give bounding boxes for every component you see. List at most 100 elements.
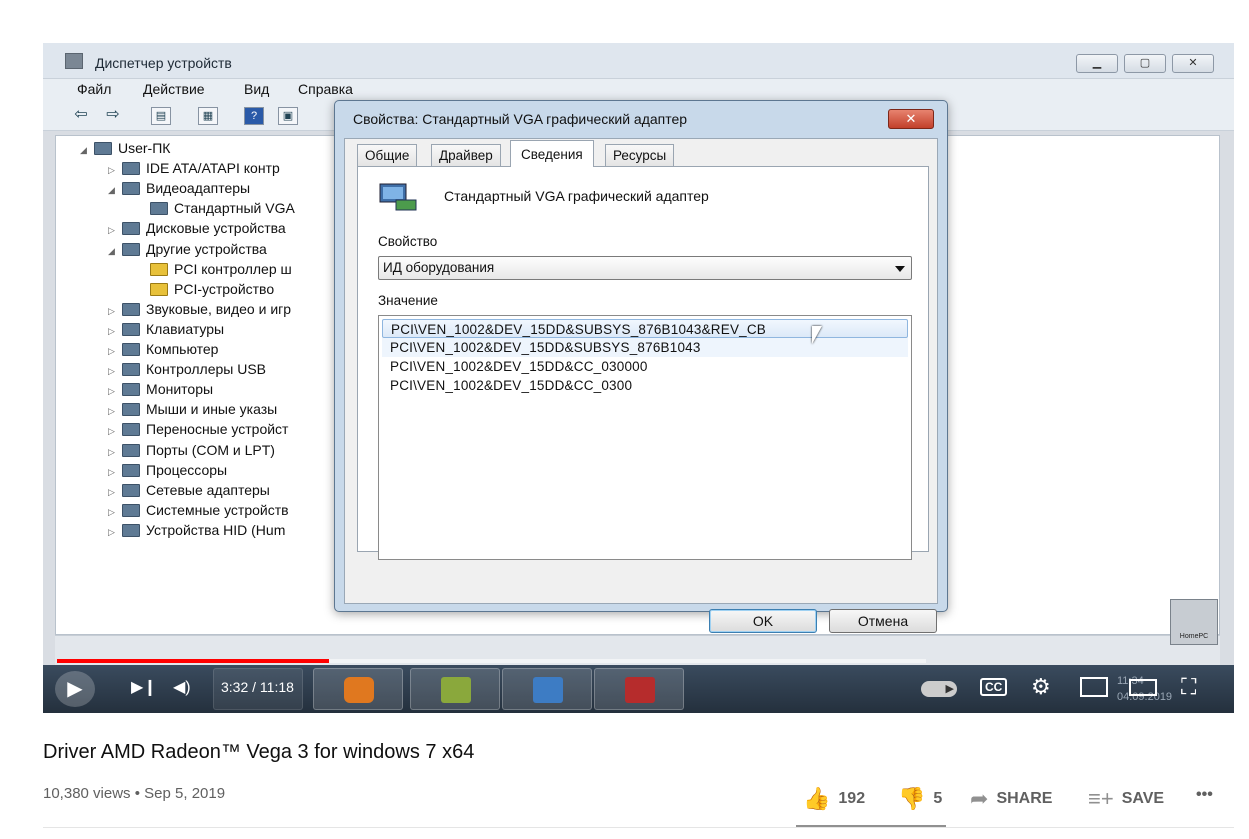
tree-node[interactable]: ▷ Звуковые, видео и игр bbox=[108, 300, 291, 319]
tree-node[interactable]: ▷ Системные устройств bbox=[108, 501, 289, 520]
portable-device-icon bbox=[122, 423, 140, 437]
volume-icon[interactable]: ◀) bbox=[173, 677, 191, 697]
tree-node[interactable]: ▷ IDE ATA/ATAPI контр bbox=[108, 159, 280, 178]
tab-details[interactable]: Сведения bbox=[510, 140, 594, 167]
value-item-4[interactable]: PCI\VEN_1002&DEV_15DD&CC_0300 bbox=[382, 376, 908, 395]
dislike-button[interactable]: 👎 5 bbox=[898, 786, 942, 812]
tab-resources[interactable]: Ресурсы bbox=[605, 144, 675, 166]
display-adapter-icon bbox=[379, 183, 417, 211]
expanded-arrow-icon[interactable]: ◢ bbox=[108, 181, 120, 200]
play-icon[interactable]: ▶ bbox=[55, 671, 95, 707]
more-actions-button[interactable]: ••• bbox=[1196, 786, 1213, 804]
tree-node[interactable]: ▷ Мониторы bbox=[108, 380, 213, 399]
tree-node[interactable]: ▷ Дисковые устройства bbox=[108, 219, 286, 238]
collapsed-arrow-icon[interactable]: ▷ bbox=[108, 523, 120, 542]
tree-node[interactable]: Стандартный VGA bbox=[136, 199, 295, 218]
taskbar-toolbox bbox=[594, 668, 684, 710]
autoplay-toggle[interactable]: ▶ bbox=[921, 681, 957, 697]
menu-view[interactable]: Вид bbox=[244, 81, 269, 97]
captions-icon[interactable]: CC bbox=[980, 678, 1008, 696]
like-button[interactable]: 👍 192 bbox=[803, 786, 865, 812]
back-arrow-icon[interactable]: ⇦ bbox=[71, 107, 91, 125]
collapsed-arrow-icon[interactable]: ▷ bbox=[108, 422, 120, 441]
tree-node[interactable]: ▷ Порты (COM и LPT) bbox=[108, 441, 275, 460]
tab-general[interactable]: Общие bbox=[357, 144, 418, 166]
forward-arrow-icon[interactable]: ⇨ bbox=[103, 107, 123, 125]
progress-bar[interactable] bbox=[57, 659, 329, 663]
theater-mode-icon[interactable] bbox=[1129, 679, 1157, 696]
collapsed-arrow-icon[interactable]: ▷ bbox=[108, 382, 120, 401]
value-item-2[interactable]: PCI\VEN_1002&DEV_15DD&SUBSYS_876B1043 bbox=[382, 338, 908, 357]
port-icon bbox=[122, 443, 140, 457]
warning-device-icon bbox=[150, 262, 168, 276]
collapsed-arrow-icon[interactable]: ▷ bbox=[108, 503, 120, 522]
tree-node[interactable]: PCI контроллер ш bbox=[136, 260, 292, 279]
share-button[interactable]: ➦ SHARE bbox=[970, 786, 1052, 812]
cancel-button[interactable]: Отмена bbox=[829, 609, 937, 633]
menu-file[interactable]: Файл bbox=[77, 81, 111, 97]
tree-node[interactable]: ◢ Другие устройства bbox=[108, 240, 267, 259]
property-dropdown[interactable]: ИД оборудования bbox=[378, 256, 912, 280]
update-driver-icon[interactable]: ▣ bbox=[278, 107, 298, 125]
menu-bar: Файл Действие Вид Справка bbox=[43, 79, 1234, 101]
tree-node[interactable]: ▷ Устройства HID (Hum bbox=[108, 521, 285, 540]
thumbs-down-icon: 👎 bbox=[898, 786, 926, 811]
tree-node[interactable]: ▷ Процессоры bbox=[108, 461, 227, 480]
menu-help[interactable]: Справка bbox=[298, 81, 353, 97]
collapsed-arrow-icon[interactable]: ▷ bbox=[108, 342, 120, 361]
display-adapter-icon bbox=[150, 202, 168, 216]
properties-icon[interactable]: ▦ bbox=[198, 107, 218, 125]
collapsed-arrow-icon[interactable]: ▷ bbox=[108, 362, 120, 381]
tree-node[interactable]: PCI-устройство bbox=[136, 280, 274, 299]
device-manager-title: Диспетчер устройств bbox=[95, 55, 232, 71]
property-dropdown-value: ИД оборудования bbox=[383, 260, 495, 275]
next-icon[interactable]: ▶❙ bbox=[131, 677, 157, 697]
tree-node[interactable]: ▷ Компьютер bbox=[108, 340, 218, 359]
collapsed-arrow-icon[interactable]: ▷ bbox=[108, 463, 120, 482]
tree-node[interactable]: ▷ Переносные устройст bbox=[108, 420, 288, 439]
mouse-pointer-icon bbox=[812, 326, 822, 344]
collapsed-arrow-icon[interactable]: ▷ bbox=[108, 221, 120, 240]
help-icon[interactable]: ? bbox=[244, 107, 264, 125]
system-device-icon bbox=[122, 503, 140, 517]
tree-node[interactable]: ▷ Контроллеры USB bbox=[108, 360, 266, 379]
collapsed-arrow-icon[interactable]: ▷ bbox=[108, 302, 120, 321]
close-window-button[interactable]: ✕ bbox=[1172, 54, 1214, 73]
publish-date: Sep 5, 2019 bbox=[144, 785, 226, 802]
unknown-device-icon bbox=[122, 242, 140, 256]
tree-node[interactable]: ▷ Клавиатуры bbox=[108, 320, 224, 339]
fullscreen-icon[interactable]: ⛶ bbox=[1181, 674, 1196, 700]
ok-button[interactable]: OK bbox=[709, 609, 817, 633]
tree-node[interactable]: ◢ User-ПК bbox=[80, 139, 170, 158]
tree-node[interactable]: ▷ Сетевые адаптеры bbox=[108, 481, 270, 500]
value-item-1[interactable]: PCI\VEN_1002&DEV_15DD&SUBSYS_876B1043&RE… bbox=[382, 319, 908, 338]
expanded-arrow-icon[interactable]: ◢ bbox=[108, 242, 120, 261]
minimize-button[interactable]: ▁ bbox=[1076, 54, 1118, 73]
tree-node-label: Порты (COM и LPT) bbox=[146, 441, 275, 458]
collapsed-arrow-icon[interactable]: ▷ bbox=[108, 402, 120, 421]
playlist-add-icon: ≡+ bbox=[1088, 786, 1114, 811]
tree-node[interactable]: ▷ Мыши и иные указы bbox=[108, 400, 277, 419]
collapsed-arrow-icon[interactable]: ▷ bbox=[108, 483, 120, 502]
dialog-close-button[interactable]: ✕ bbox=[888, 109, 934, 129]
miniplayer-icon[interactable] bbox=[1080, 677, 1108, 697]
save-button[interactable]: ≡+ SAVE bbox=[1088, 786, 1164, 812]
value-listbox[interactable]: PCI\VEN_1002&DEV_15DD&SUBSYS_876B1043&RE… bbox=[378, 315, 912, 560]
tree-node-label: Дисковые устройства bbox=[146, 220, 286, 237]
collapsed-arrow-icon[interactable]: ▷ bbox=[108, 322, 120, 341]
collapsed-arrow-icon[interactable]: ▷ bbox=[108, 443, 120, 462]
maximize-button[interactable]: ▢ bbox=[1124, 54, 1166, 73]
share-arrow-icon: ➦ bbox=[970, 786, 989, 811]
tree-node-label: Системные устройств bbox=[146, 501, 289, 518]
value-label: Значение bbox=[378, 293, 438, 308]
settings-gear-icon[interactable]: ⚙ bbox=[1031, 674, 1051, 700]
value-item-3[interactable]: PCI\VEN_1002&DEV_15DD&CC_030000 bbox=[382, 357, 908, 376]
menu-action[interactable]: Действие bbox=[143, 81, 205, 97]
tree-node[interactable]: ◢ Видеоадаптеры bbox=[108, 179, 250, 198]
video-frame[interactable]: Диспетчер устройств ▁ ▢ ✕ Файл Действие … bbox=[43, 43, 1234, 713]
collapsed-arrow-icon[interactable]: ▷ bbox=[108, 161, 120, 180]
expanded-arrow-icon[interactable]: ◢ bbox=[80, 141, 92, 160]
show-hide-tree-icon[interactable]: ▤ bbox=[151, 107, 171, 125]
taskbar-control-panel bbox=[502, 668, 592, 710]
tab-driver[interactable]: Драйвер bbox=[431, 144, 501, 166]
